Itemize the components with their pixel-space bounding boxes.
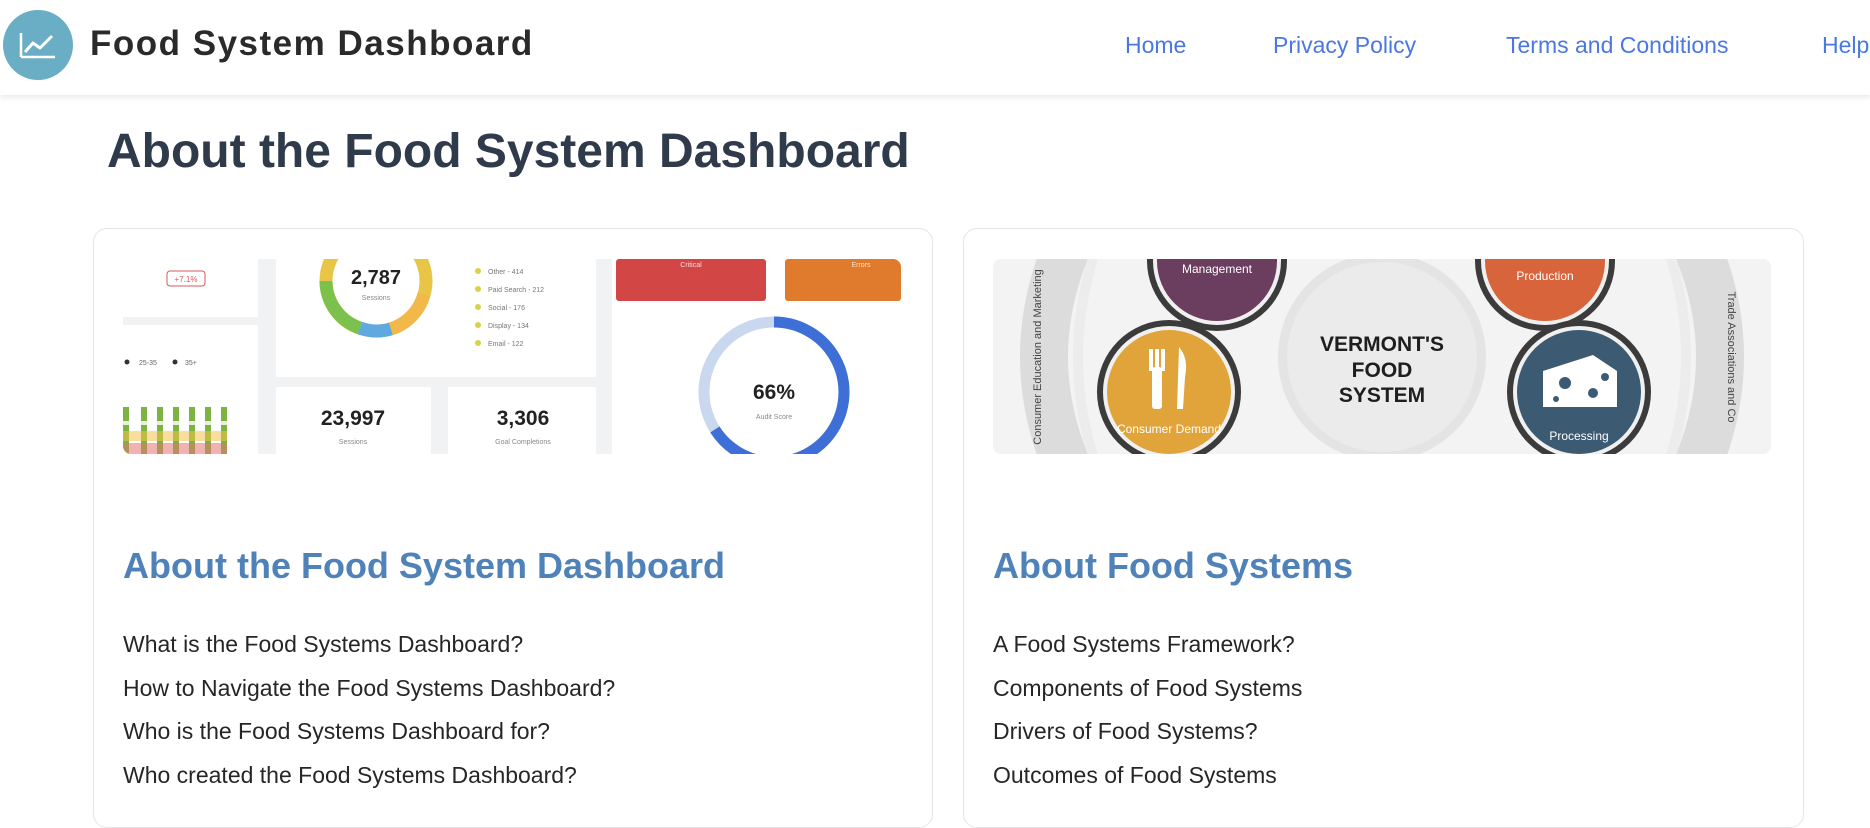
center-text-line2: FOOD [1352,359,1413,382]
ring-left-text: Consumer Education and Marketing [1032,269,1044,444]
mini-legend-2: 35+ [185,360,197,367]
faq-link[interactable]: How to Navigate the Food Systems Dashboa… [123,667,615,711]
about-dashboard-heading: About the Food System Dashboard [123,545,726,586]
trending-chart-logo-icon[interactable] [3,10,73,80]
legend-item: Social - 176 [488,305,525,312]
donut-value: 2,787 [351,267,401,289]
node-production: Production [1516,269,1573,283]
node-management: Management [1182,262,1253,276]
nav-terms-link[interactable]: Terms and Conditions [1506,32,1728,59]
food-systems-link[interactable]: A Food Systems Framework? [993,623,1302,667]
tile-critical: Critical [680,262,702,269]
stat-goals-value: 3,306 [497,407,550,430]
nav-home-link[interactable]: Home [1125,32,1186,59]
node-consumer-demand: Consumer Demand [1117,422,1221,436]
about-dashboard-card: +7.1% 25-35 35+ 2,787 Sessions Other - 4… [93,228,933,828]
mini-legend-1: 25-35 [139,360,157,367]
gauge-value: 66% [753,381,795,404]
node-processing: Processing [1549,429,1608,443]
donut-label: Sessions [362,295,391,302]
ring-right-text: Trade Associations and Co [1725,291,1737,422]
faq-link[interactable]: Who created the Food Systems Dashboard? [123,754,615,798]
legend-item: Paid Search - 212 [488,287,544,294]
food-systems-link[interactable]: Drivers of Food Systems? [993,710,1302,754]
gauge-label: Audit Score [756,414,792,421]
about-dashboard-links: What is the Food Systems Dashboard? How … [123,623,615,797]
top-navigation-bar: Food System Dashboard Home Privacy Polic… [0,0,1870,95]
food-systems-link[interactable]: Components of Food Systems [993,667,1302,711]
legend-item: Other - 414 [488,269,524,276]
stat-sessions-value: 23,997 [321,407,385,430]
stat-goals-label: Goal Completions [495,439,551,446]
tag-text: +7.1% [175,275,198,284]
dashboard-preview-image: +7.1% 25-35 35+ 2,787 Sessions Other - 4… [123,259,901,454]
center-text-line3: SYSTEM [1339,384,1425,407]
vermont-food-system-image: Consumer Education and Marketing Trade A… [993,259,1771,454]
faq-link[interactable]: What is the Food Systems Dashboard? [123,623,615,667]
page-title: About the Food System Dashboard [107,125,910,178]
nav-help-link[interactable]: Help [1822,32,1869,59]
brand-title[interactable]: Food System Dashboard [90,24,534,64]
stat-sessions-label: Sessions [339,439,368,446]
legend-item: Email - 122 [488,341,524,348]
about-food-systems-heading: About Food Systems [993,545,1354,586]
food-systems-link[interactable]: Outcomes of Food Systems [993,754,1302,798]
about-food-systems-card: Consumer Education and Marketing Trade A… [963,228,1804,828]
faq-link[interactable]: Who is the Food Systems Dashboard for? [123,710,615,754]
tile-errors: Errors [851,262,871,269]
about-food-systems-links: A Food Systems Framework? Components of … [993,623,1302,797]
nav-privacy-policy-link[interactable]: Privacy Policy [1273,32,1416,59]
legend-item: Display - 134 [488,323,529,330]
center-text-line1: VERMONT'S [1320,333,1444,356]
